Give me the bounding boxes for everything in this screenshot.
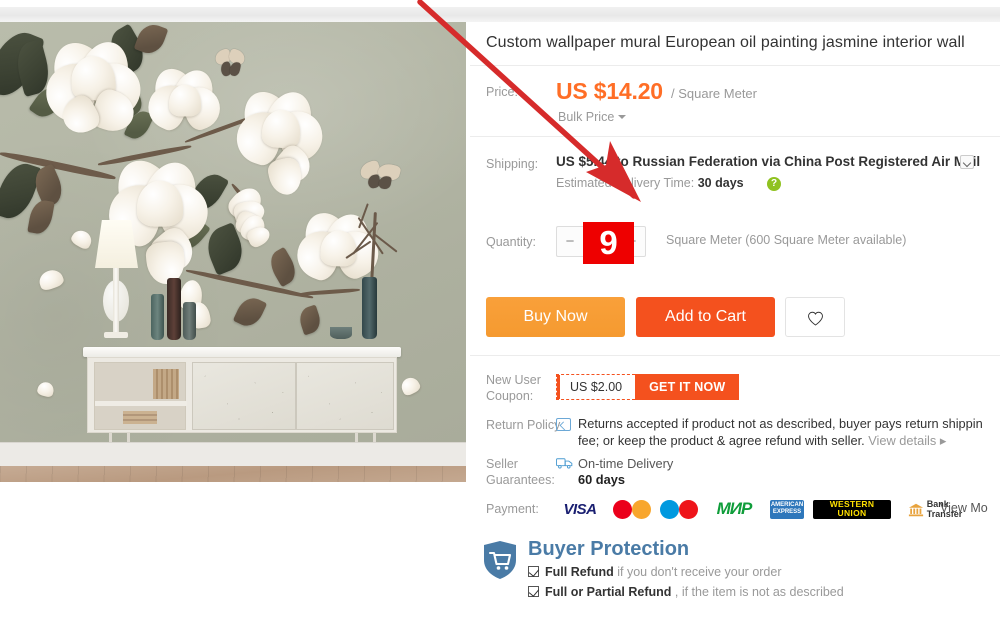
guarantee-on-time-delivery: On-time Delivery <box>578 456 674 471</box>
bowl-ceramic <box>330 327 352 339</box>
wall-baseboard <box>0 442 466 466</box>
new-user-coupon[interactable]: US $2.00 GET IT NOW <box>556 374 740 400</box>
top-band-fill <box>0 7 1000 22</box>
buyer-protection-item-2: Full or Partial Refund , if the item is … <box>528 585 844 599</box>
edt-value: 30 <box>697 176 712 190</box>
edt-label: Estimated Delivery Time: <box>556 176 695 190</box>
product-main-image[interactable] <box>0 22 466 482</box>
price-amount: US $14.20 <box>556 78 663 104</box>
butterfly-upper <box>213 47 247 78</box>
return-policy-line2: fee; or keep the product & agree refund … <box>578 433 865 448</box>
payment-methods: VISA МИР AMERICANEXPRESS WESTERNUNION <box>556 499 970 519</box>
visa-icon: VISA <box>556 499 604 519</box>
chevron-down-icon <box>618 115 627 119</box>
sideboard-open-shelf <box>94 362 187 430</box>
bulk-price-label: Bulk Price <box>558 110 615 124</box>
sideboard-body <box>87 357 397 433</box>
divider-actions <box>470 355 1000 356</box>
quantity-decrement-button[interactable]: − <box>556 226 583 257</box>
coupon-get-it-now-button[interactable]: GET IT NOW <box>635 374 740 400</box>
bp-item1-rest: if you don't receive your order <box>613 565 782 579</box>
add-to-wishlist-button[interactable] <box>785 297 845 337</box>
add-to-cart-button[interactable]: Add to Cart <box>636 297 775 337</box>
price-unit: / Square Meter <box>671 86 757 101</box>
check-icon-2 <box>528 586 539 597</box>
shield-cart-icon <box>484 541 516 579</box>
price-label: Price: <box>486 85 518 99</box>
mastercard-icon <box>613 499 651 519</box>
quantity-availability: Square Meter (600 Square Meter available… <box>666 233 907 247</box>
product-info-panel: Custom wallpaper mural European oil pain… <box>470 22 1000 619</box>
butterfly-right <box>358 159 402 194</box>
divider-price <box>470 136 1000 137</box>
product-title: Custom wallpaper mural European oil pain… <box>486 34 965 51</box>
seller-guarantees-label: Seller Guarantees: <box>486 456 556 488</box>
books-upper <box>153 369 179 399</box>
bp-item1-bold: Full Refund <box>545 565 614 579</box>
sideboard-door-left <box>192 362 296 430</box>
vase-dark <box>167 278 181 340</box>
buyer-protection-item-1: Full Refund if you don't receive your or… <box>528 565 782 579</box>
sideboard-shelf-divider <box>95 401 187 406</box>
quantity-annotation-callout: 9 <box>583 222 634 264</box>
american-express-icon: AMERICAN EXPRESS <box>770 499 804 519</box>
buy-now-button[interactable]: Buy Now <box>486 297 625 337</box>
shipping-option[interactable]: US $5.44 to Russian Federation via China… <box>556 154 980 169</box>
mir-icon: МИР <box>716 499 753 518</box>
divider-title <box>470 65 1000 66</box>
vase-grey <box>183 302 196 340</box>
shipping-dropdown-icon[interactable] <box>960 155 974 169</box>
coupon-label: New User Coupon: <box>486 372 550 404</box>
return-policy-label: Return Policy <box>486 418 561 432</box>
payment-label: Payment: <box>486 502 539 516</box>
shipping-label: Shipping: <box>486 157 539 171</box>
table-lamp-shade <box>95 220 138 268</box>
sideboard-furniture <box>83 347 401 455</box>
estimated-delivery: Estimated Delivery Time: 30 days <box>556 176 744 190</box>
bp-item2-rest: , if the item is not as described <box>671 585 844 599</box>
table-lamp-base <box>104 332 128 338</box>
return-policy-line1: Returns accepted if product not as descr… <box>578 416 983 431</box>
table-lamp-stem <box>113 268 119 334</box>
guarantee-duration: 60 days <box>578 472 625 487</box>
sideboard-top <box>83 347 401 357</box>
vase-teal-small <box>151 294 164 340</box>
maestro-icon <box>660 499 698 519</box>
bp-item2-bold: Full or Partial Refund <box>545 585 672 599</box>
bank-building-icon <box>908 503 923 516</box>
payment-view-more-link[interactable]: View Mo <box>940 501 988 515</box>
wood-floor <box>0 466 466 482</box>
bulk-price-toggle[interactable]: Bulk Price <box>558 110 627 124</box>
edt-unit: days <box>715 176 744 190</box>
check-icon-1 <box>528 566 539 577</box>
coupon-label-text: New User Coupon: <box>486 373 541 403</box>
heart-icon <box>808 311 823 326</box>
product-gallery[interactable]: Mouse over to zoom in <box>0 22 466 482</box>
help-icon[interactable]: ? <box>767 177 781 191</box>
return-policy-text: Returns accepted if product not as descr… <box>578 415 1000 449</box>
browser-top-band <box>0 7 1000 22</box>
quantity-label: Quantity: <box>486 235 537 249</box>
seller-guarantees-label-text: Seller Guarantees: <box>486 457 555 487</box>
western-union-icon: WESTERN UNION <box>813 499 891 519</box>
return-arrow-icon <box>556 418 571 431</box>
sideboard-door-right <box>296 362 394 430</box>
buyer-protection-title: Buyer Protection <box>528 538 690 560</box>
product-detail-page: Mouse over to zoom in Custom wallpaper m… <box>0 0 1000 619</box>
coupon-amount: US $2.00 <box>556 374 636 400</box>
vase-tall-right <box>362 277 377 339</box>
books-lower <box>123 411 157 424</box>
delivery-truck-icon <box>556 458 573 469</box>
return-policy-view-details[interactable]: View details ▸ <box>868 433 946 448</box>
